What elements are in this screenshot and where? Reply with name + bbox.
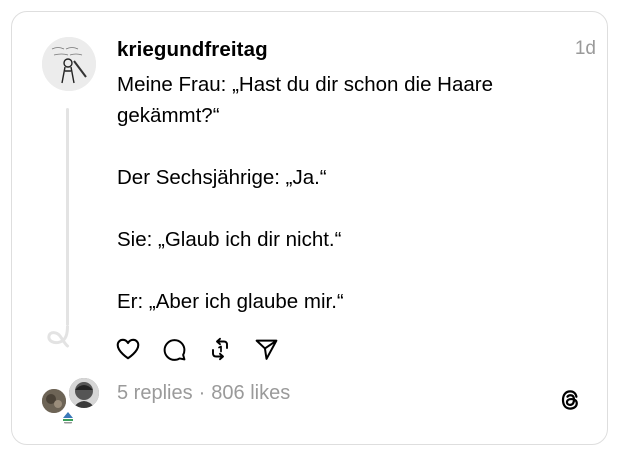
author-avatar[interactable]: [42, 37, 96, 91]
post-line: Er: „Aber ich glaube mir.“: [117, 290, 344, 313]
likes-count[interactable]: 806 likes: [211, 382, 290, 404]
threads-logo-icon: [561, 390, 578, 410]
heart-icon: [116, 338, 140, 360]
threads-logo-button[interactable]: [556, 386, 584, 414]
author-username[interactable]: kriegundfreitag: [117, 38, 268, 62]
replies-count[interactable]: 5 replies: [117, 382, 193, 404]
repost-button[interactable]: [207, 336, 233, 362]
reply-button[interactable]: [161, 336, 187, 362]
send-icon: [255, 339, 277, 360]
post-stats: 5 replies · 806 likes: [117, 382, 290, 405]
repost-icon: [212, 337, 228, 361]
post-line: Meine Frau: „Hast du dir schon die Haare…: [117, 73, 494, 127]
post-body: Meine Frau: „Hast du dir schon die Haare…: [117, 69, 567, 317]
replier-avatar[interactable]: [60, 410, 76, 424]
post-line: Sie: „Glaub ich dir nicht.“: [117, 228, 342, 251]
replier-avatar[interactable]: [67, 376, 101, 410]
like-button[interactable]: [115, 336, 141, 362]
comment-icon: [163, 338, 185, 361]
post-timestamp: 1d: [574, 38, 596, 59]
share-button[interactable]: [253, 336, 279, 362]
thread-curl-icon: [47, 326, 69, 348]
action-bar: [115, 336, 299, 362]
post-line: Der Sechsjährige: „Ja.“: [117, 166, 327, 189]
thread-line: [66, 108, 69, 326]
stats-separator: ·: [198, 382, 206, 404]
